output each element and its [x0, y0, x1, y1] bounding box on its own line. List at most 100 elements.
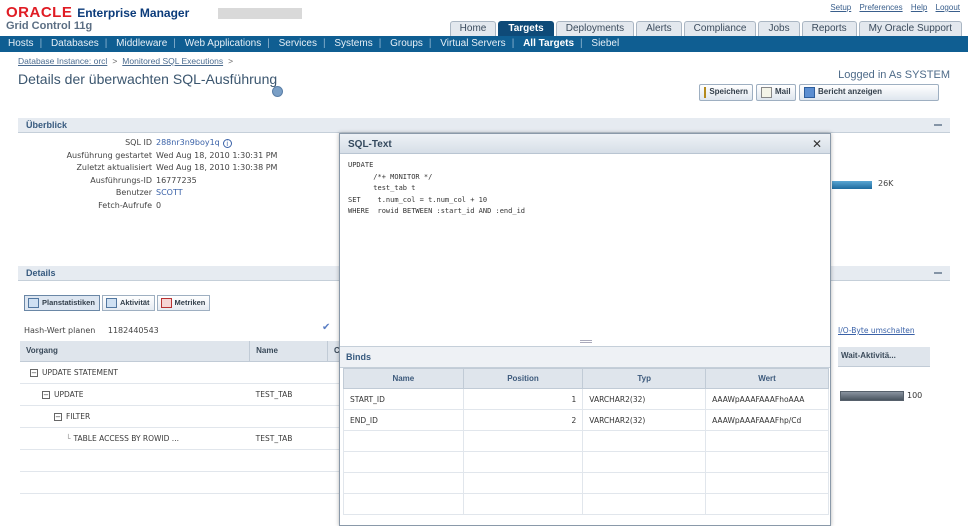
wait-activity-column-header[interactable]: Wait-Aktivitä...	[838, 347, 930, 367]
mail-button-label: Mail	[775, 87, 791, 96]
save-button-label: Speichern	[709, 87, 748, 96]
splitter-handle[interactable]	[580, 340, 592, 343]
bind-name-column-header[interactable]: Name	[343, 368, 464, 389]
table-row	[343, 472, 829, 494]
brand-banner-bar	[218, 8, 302, 19]
breadcrumb-monitored-sql[interactable]: Monitored SQL Executions	[122, 56, 223, 66]
table-row: START_ID 1 VARCHAR2(32) AAAWpAAAFAAAFhoA…	[343, 388, 829, 410]
subnav-services[interactable]: Services	[279, 38, 317, 49]
table-row: − UPDATE STATEMENT	[20, 361, 342, 384]
setup-link[interactable]: Setup	[830, 3, 851, 12]
subnav-middleware[interactable]: Middleware	[116, 38, 167, 49]
product-name: Enterprise Manager	[77, 6, 190, 20]
tab-plan-statistics[interactable]: Planstatistiken	[24, 295, 100, 311]
collapse-icon[interactable]	[934, 124, 942, 126]
info-icon[interactable]: i	[222, 139, 232, 148]
metrics-icon	[160, 298, 172, 308]
last-refreshed-value: Wed Aug 18, 2010 1:30:38 PM	[156, 163, 278, 173]
tab-activity[interactable]: Aktivität	[101, 295, 155, 311]
save-button[interactable]: Speichern	[699, 84, 753, 101]
help-link[interactable]: Help	[911, 3, 927, 12]
details-title: Details	[26, 268, 56, 278]
dialog-title: SQL-Text	[340, 134, 830, 154]
sql-id-label: SQL ID	[125, 138, 152, 147]
mail-button[interactable]: Mail	[756, 84, 796, 101]
plan-hash-label: Hash-Wert planen	[24, 326, 96, 335]
report-button-label: Bericht anzeigen	[818, 87, 883, 96]
execution-id-label: Ausführungs-ID	[90, 175, 152, 185]
wait-activity-value: 100	[907, 391, 923, 400]
tab-alerts[interactable]: Alerts	[636, 21, 682, 36]
subnav-siebel[interactable]: Siebel	[591, 38, 619, 49]
operation-column-header[interactable]: Vorgang	[20, 341, 251, 362]
table-row: END_ID 2 VARCHAR2(32) AAAWpAAAFAAAFhp/Cd	[343, 409, 829, 431]
folder-icon	[704, 87, 707, 98]
oracle-logo: ORACLE	[6, 4, 73, 21]
breadcrumb: Database Instance: orcl > Monitored SQL Ex…	[18, 56, 234, 66]
collapse-tree-icon[interactable]: −	[42, 390, 50, 399]
subnav-databases[interactable]: Databases	[51, 38, 99, 49]
execution-id-value: 16777235	[156, 175, 197, 185]
plan-hash-row: Hash-Wert planen 1182440543	[24, 326, 159, 335]
table-row: └ TABLE ACCESS BY ROWID ... TEST_TAB	[20, 427, 342, 450]
subnav-hosts[interactable]: Hosts	[8, 38, 34, 49]
tab-jobs[interactable]: Jobs	[758, 21, 800, 36]
preferences-link[interactable]: Preferences	[859, 3, 902, 12]
sql-text-dialog: SQL-Text ✕ UPDATE /*+ MONITOR */ test_ta…	[339, 133, 831, 526]
subnav-virtual-servers[interactable]: Virtual Servers	[440, 38, 505, 49]
breadcrumb-database-instance[interactable]: Database Instance: orcl	[18, 56, 107, 66]
tab-targets[interactable]: Targets	[498, 21, 554, 36]
subnav-groups[interactable]: Groups	[390, 38, 423, 49]
binds-table: Name Position Typ Wert START_ID 1 VARCHA…	[343, 368, 829, 515]
overview-labels: SQL ID Ausführung gestartet Zuletzt aktu…	[20, 137, 152, 213]
fetch-calls-label: Fetch-Aufrufe	[98, 200, 152, 210]
page-title: Details der überwachten SQL-Ausführung	[18, 71, 278, 87]
collapse-tree-icon[interactable]: −	[54, 412, 62, 421]
toggle-io-bytes-link[interactable]: I/O-Byte umschalten	[838, 326, 915, 335]
plan-icon	[28, 298, 39, 308]
overview-title: Überblick	[26, 120, 68, 130]
user-link[interactable]: SCOTT	[156, 188, 183, 197]
check-icon[interactable]: ✔	[322, 322, 330, 333]
bind-position-column-header[interactable]: Position	[462, 368, 584, 389]
logged-in-label: Logged in As SYSTEM	[838, 69, 950, 81]
execution-started-value: Wed Aug 18, 2010 1:30:31 PM	[156, 150, 278, 160]
activity-icon	[105, 298, 117, 308]
report-icon	[804, 87, 815, 98]
global-links: Setup Preferences Help Logout	[824, 3, 960, 12]
user-label: Benutzer	[115, 188, 152, 198]
binds-title: Binds	[340, 346, 830, 368]
refresh-icon[interactable]	[272, 86, 283, 97]
io-bar-value: 26K	[878, 179, 894, 188]
plan-hash-value: 1182440543	[107, 326, 159, 335]
collapse-icon[interactable]	[934, 272, 942, 274]
tab-home[interactable]: Home	[449, 21, 497, 36]
brand-logo: ORACLE Enterprise Manager Grid Control 1…	[6, 4, 189, 32]
close-icon[interactable]: ✕	[812, 138, 822, 150]
table-row	[343, 451, 829, 473]
tab-reports[interactable]: Reports	[801, 21, 857, 36]
show-report-button[interactable]: Bericht anzeigen	[799, 84, 939, 101]
sql-id-link[interactable]: 288nr3n9boy1q	[156, 138, 220, 147]
tab-my-oracle-support[interactable]: My Oracle Support	[858, 21, 962, 36]
table-row	[343, 493, 829, 515]
fetch-calls-value: 0	[156, 200, 162, 210]
main-tabs: Home Targets Deployments Alerts Complian…	[448, 21, 962, 36]
io-bar	[832, 181, 872, 189]
collapse-tree-icon[interactable]: −	[30, 368, 38, 377]
table-row: − FILTER	[20, 405, 342, 428]
plan-table: Vorgang Name C − UPDATE STATEMENT − UPDATE…	[20, 341, 343, 494]
tab-compliance[interactable]: Compliance	[683, 21, 757, 36]
logout-link[interactable]: Logout	[936, 3, 960, 12]
name-column-header[interactable]: Name	[249, 341, 328, 362]
bind-type-column-header[interactable]: Typ	[582, 368, 707, 389]
bind-value-column-header[interactable]: Wert	[705, 368, 829, 389]
subnav-systems[interactable]: Systems	[334, 38, 372, 49]
subnav-all-targets[interactable]: All Targets	[523, 38, 574, 49]
tab-metrics[interactable]: Metriken	[156, 295, 211, 311]
subnav-web-applications[interactable]: Web Applications	[185, 38, 262, 49]
details-tab-bar: Planstatistiken Aktivität Metriken	[24, 295, 211, 311]
tab-deployments[interactable]: Deployments	[555, 21, 635, 36]
overview-header: Überblick	[18, 118, 950, 133]
table-row	[343, 430, 829, 452]
